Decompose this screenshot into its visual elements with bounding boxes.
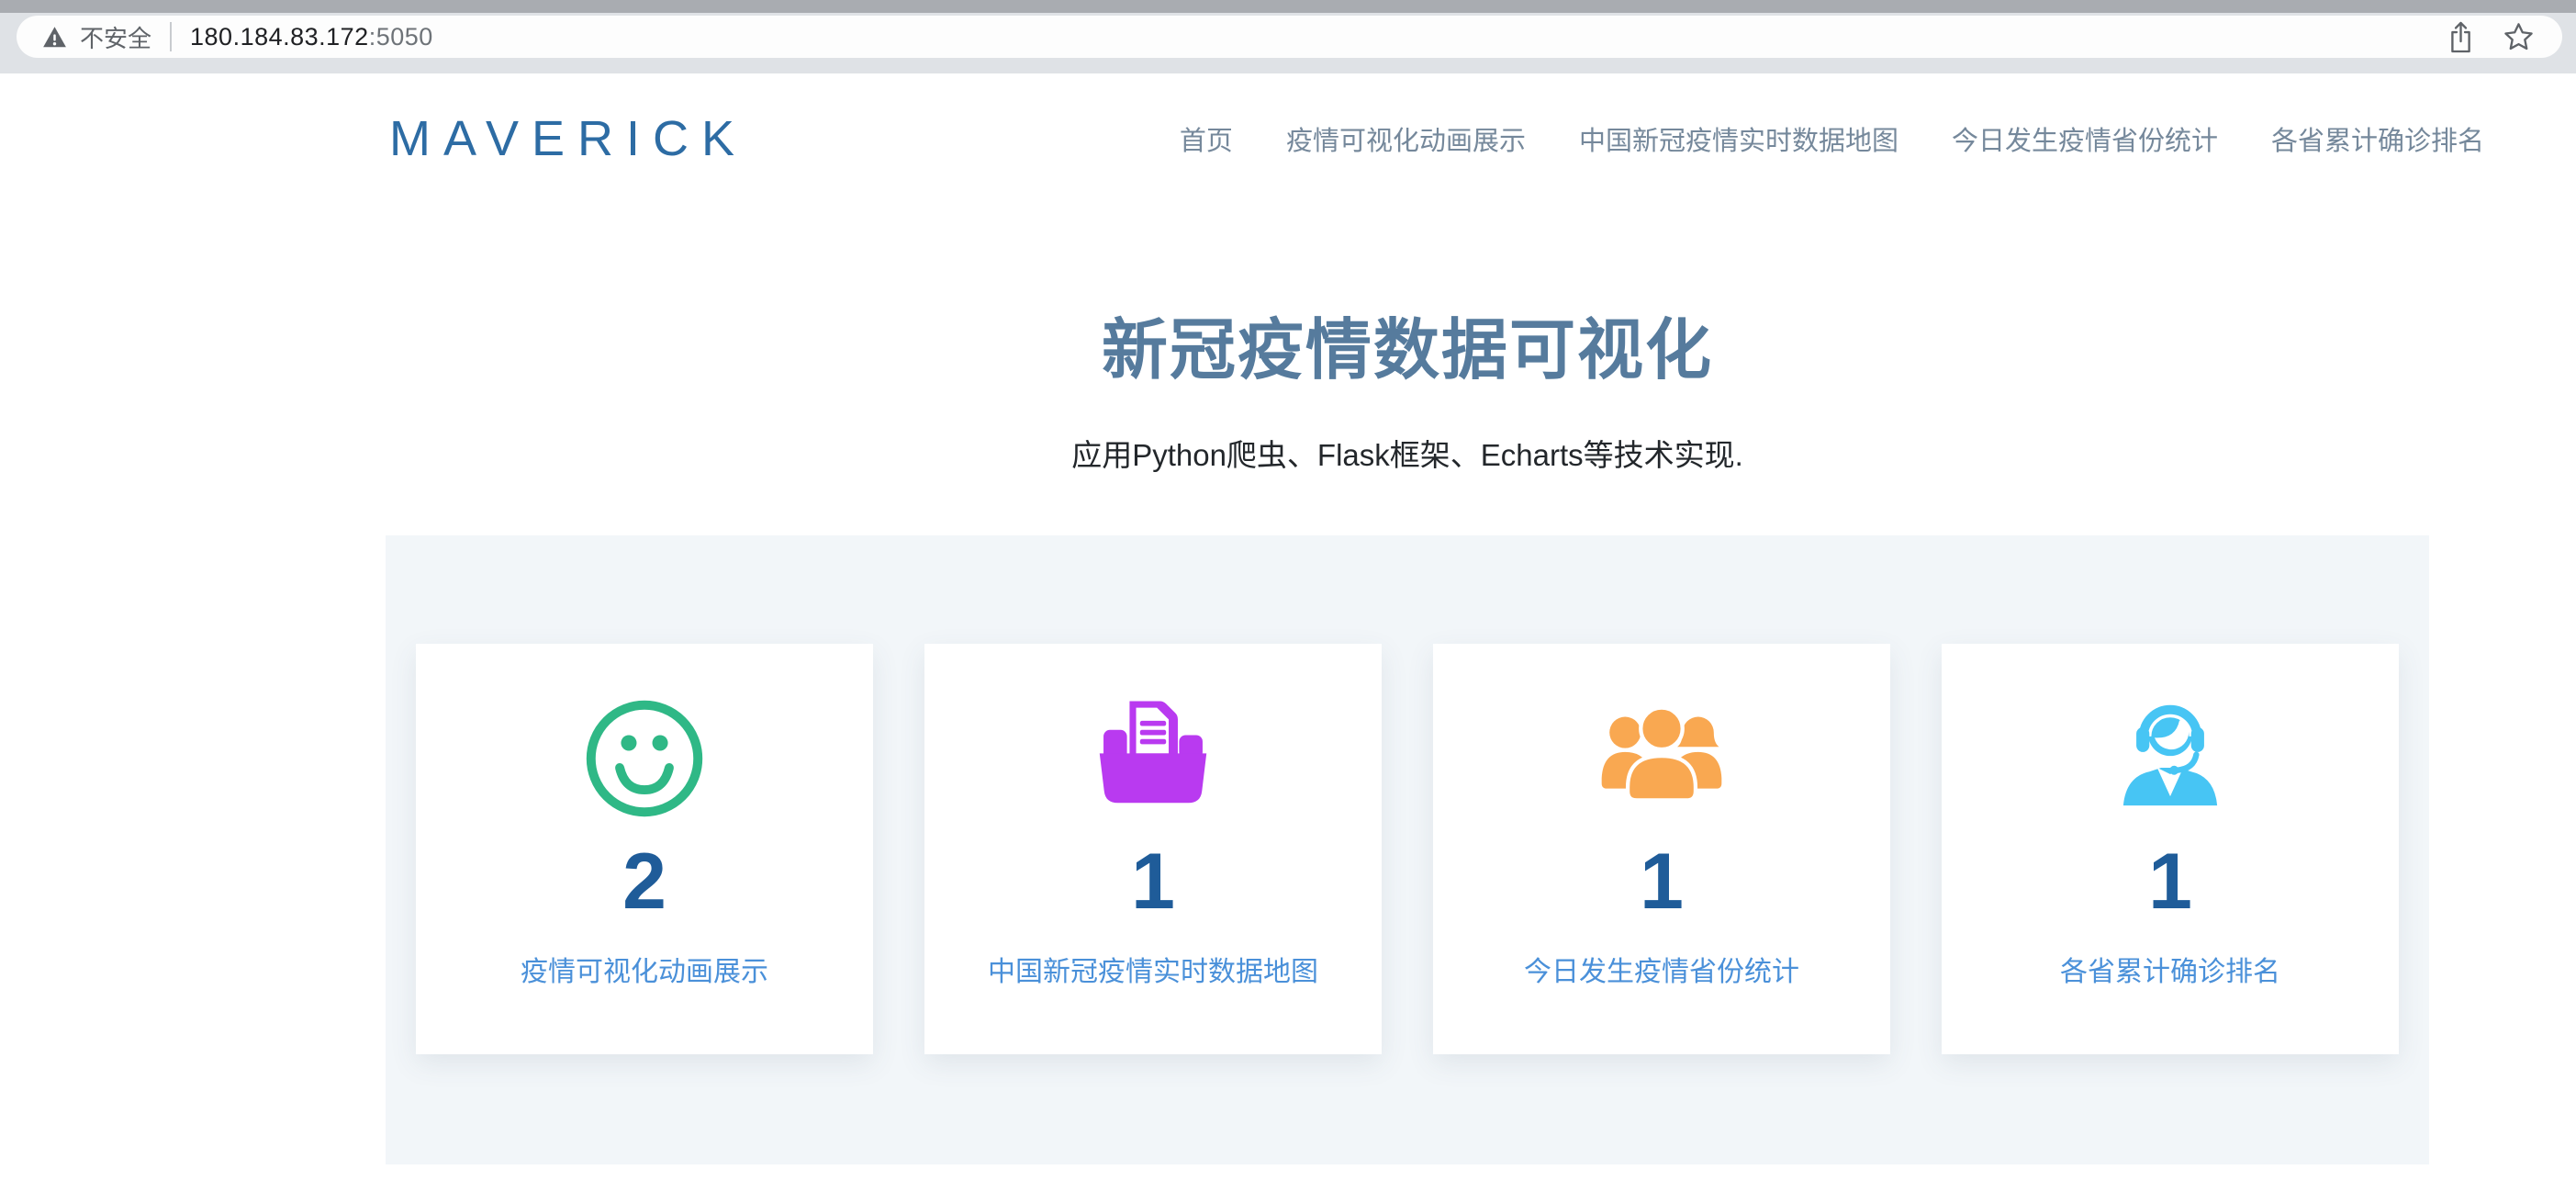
- card-icon-wrap: [924, 690, 1382, 827]
- users-icon: [1596, 693, 1727, 824]
- stat-card-province-ranking[interactable]: 1 各省累计确诊排名: [1942, 644, 2399, 1054]
- card-icon-wrap: [1942, 690, 2399, 827]
- card-label: 今日发生疫情省份统计: [1433, 949, 1890, 989]
- star-icon[interactable]: [2503, 21, 2535, 53]
- nav-item-home[interactable]: 首页: [1180, 119, 1233, 158]
- site-header: MAVERICK 首页 疫情可视化动画展示 中国新冠疫情实时数据地图 今日发生疫…: [0, 73, 2576, 167]
- card-count: 2: [416, 842, 873, 921]
- page-title: 新冠疫情数据可视化: [386, 296, 2429, 392]
- main-nav: 首页 疫情可视化动画展示 中国新冠疫情实时数据地图 今日发生疫情省份统计 各省累…: [1180, 119, 2484, 158]
- warning-triangle-icon[interactable]: [42, 26, 67, 49]
- print-icon: [1088, 693, 1218, 824]
- nav-item-province-ranking[interactable]: 各省累计确诊排名: [2271, 119, 2484, 158]
- stat-card-today-province-stats[interactable]: 1 今日发生疫情省份统计: [1433, 644, 1890, 1054]
- url-text[interactable]: 180.184.83.172:5050: [190, 23, 433, 51]
- stat-card-realtime-map[interactable]: 1 中国新冠疫情实时数据地图: [924, 644, 1382, 1054]
- card-label: 中国新冠疫情实时数据地图: [924, 949, 1382, 989]
- security-label[interactable]: 不安全: [80, 20, 151, 54]
- address-bar-content: 不安全 180.184.83.172:5050: [42, 20, 2447, 54]
- nav-item-animation[interactable]: 疫情可视化动画展示: [1286, 119, 1526, 158]
- browser-chrome: 不安全 180.184.83.172:5050: [0, 0, 2576, 73]
- card-icon-wrap: [416, 690, 873, 827]
- card-icon-wrap: [1433, 690, 1890, 827]
- address-bar-actions: [2447, 20, 2535, 54]
- nav-item-realtime-map[interactable]: 中国新冠疫情实时数据地图: [1579, 119, 1898, 158]
- hero: 新冠疫情数据可视化 应用Python爬虫、Flask框架、Echarts等技术实…: [386, 296, 2429, 475]
- stat-card-animation[interactable]: 2 疫情可视化动画展示: [416, 644, 873, 1054]
- card-count: 1: [1942, 842, 2399, 921]
- stats-section: 2 疫情可视化动画展示: [386, 535, 2429, 1164]
- url-port: :5050: [369, 23, 433, 51]
- page-subtitle: 应用Python爬虫、Flask框架、Echarts等技术实现.: [386, 431, 2429, 475]
- card-count: 1: [924, 842, 1382, 921]
- url-host: 180.184.83.172: [190, 23, 369, 51]
- stat-cards: 2 疫情可视化动画展示: [416, 644, 2399, 1054]
- url-separator: [170, 22, 172, 51]
- window-title-strip: [0, 0, 2576, 13]
- card-label: 疫情可视化动画展示: [416, 949, 873, 989]
- brand-logo[interactable]: MAVERICK: [389, 110, 747, 167]
- smiley-icon: [579, 693, 710, 824]
- nav-item-today-province-stats[interactable]: 今日发生疫情省份统计: [1952, 119, 2218, 158]
- headset-icon: [2105, 693, 2235, 824]
- share-icon[interactable]: [2447, 20, 2475, 54]
- card-count: 1: [1433, 842, 1890, 921]
- card-label: 各省累计确诊排名: [1942, 949, 2399, 989]
- address-bar[interactable]: 不安全 180.184.83.172:5050: [17, 16, 2562, 58]
